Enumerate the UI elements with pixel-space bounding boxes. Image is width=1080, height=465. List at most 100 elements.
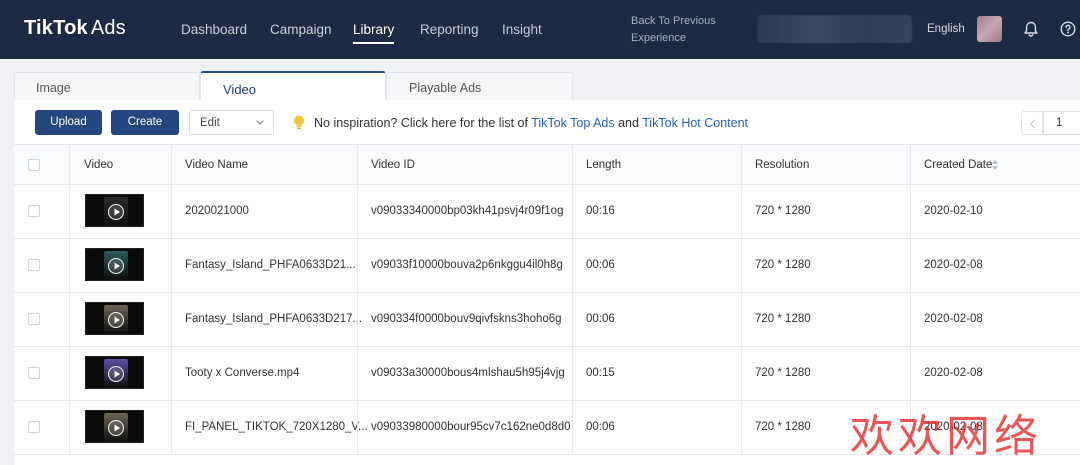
- and-text: and: [618, 116, 639, 130]
- select-cell: [14, 293, 69, 347]
- video-id-text: v09033340000bp03kh41psvj4r09f1og: [371, 205, 564, 217]
- resolution-cell: 720 * 1280: [741, 185, 910, 239]
- video-name-cell: Fantasy_Island_PHFA0633D21...: [171, 239, 357, 293]
- select-all-checkbox[interactable]: [28, 159, 40, 171]
- create-button[interactable]: Create: [111, 110, 179, 135]
- column-header-length: Length: [572, 145, 741, 186]
- video-thumbnail-cell: [69, 293, 171, 347]
- created-date-cell: 2020-02-08: [910, 347, 1080, 401]
- created-date-cell: 2020-02-08: [910, 239, 1080, 293]
- created-date-cell: 2020-02-08: [910, 293, 1080, 347]
- pagination-page-input[interactable]: 1: [1043, 111, 1080, 135]
- account-selector[interactable]: [757, 15, 912, 43]
- video-thumbnail-cell: [69, 185, 171, 239]
- video-thumbnail[interactable]: [85, 410, 144, 443]
- tab-playable-ads[interactable]: Playable Ads: [386, 72, 573, 101]
- video-thumbnail-cell: [69, 239, 171, 293]
- nav-item-library[interactable]: Library: [353, 22, 395, 44]
- column-header-video: Video: [69, 145, 171, 186]
- help-icon[interactable]: [1060, 21, 1076, 37]
- video-id-text: v090334f0000bouv9qivfskns3hoho6g: [371, 313, 562, 325]
- video-id-cell: v09033340000bp03kh41psvj4r09f1og: [357, 185, 572, 239]
- nav-item-campaign[interactable]: Campaign: [270, 22, 332, 37]
- play-icon: [108, 420, 124, 436]
- video-thumbnail[interactable]: [85, 356, 144, 389]
- row-checkbox[interactable]: [28, 205, 40, 217]
- video-id-text: v09033980000bour95cv7c162ne0d8d0: [371, 421, 571, 433]
- length-text: 00:15: [586, 367, 615, 379]
- resolution-text: 720 * 1280: [755, 421, 811, 433]
- tiktok-top-ads-link[interactable]: TikTok Top Ads: [531, 116, 614, 130]
- watermark-text: 欢欢网络: [850, 411, 1042, 462]
- created-date-text: 2020-02-08: [924, 259, 983, 271]
- tiktok-hot-content-link[interactable]: TikTok Hot Content: [642, 116, 748, 130]
- created-date-text: 2020-02-08: [924, 367, 983, 379]
- row-checkbox[interactable]: [28, 259, 40, 271]
- video-id-cell: v09033a30000bous4mlshau5h95j4vjg: [357, 347, 572, 401]
- play-icon: [108, 204, 124, 220]
- nav-item-insight[interactable]: Insight: [502, 22, 542, 37]
- length-cell: 00:06: [572, 293, 741, 347]
- row-checkbox[interactable]: [28, 367, 40, 379]
- video-name-text: 2020021000: [185, 205, 249, 217]
- length-text: 00:06: [586, 259, 615, 271]
- play-icon: [108, 366, 124, 382]
- length-cell: 00:15: [572, 347, 741, 401]
- resolution-cell: 720 * 1280: [741, 347, 910, 401]
- video-name-cell: 2020021000: [171, 185, 357, 239]
- column-header-created-date[interactable]: Created Date: [910, 145, 1080, 186]
- tiktok-ads-logo[interactable]: TikTok Ads: [24, 17, 126, 40]
- edit-dropdown[interactable]: Edit: [189, 110, 274, 135]
- chevron-down-icon: [256, 120, 264, 125]
- upload-button[interactable]: Upload: [35, 110, 102, 135]
- tab-video[interactable]: Video: [200, 71, 386, 101]
- resolution-text: 720 * 1280: [755, 367, 811, 379]
- video-thumbnail-cell: [69, 347, 171, 401]
- table-row[interactable]: 2020021000 v09033340000bp03kh41psvj4r09f1…: [14, 185, 1080, 239]
- language-selector[interactable]: English: [927, 23, 965, 35]
- top-navigation-bar: TikTok Ads Dashboard Campaign Library Rep…: [0, 0, 1080, 59]
- select-cell: [14, 401, 69, 455]
- length-cell: 00:06: [572, 239, 741, 293]
- resolution-cell: 720 * 1280: [741, 239, 910, 293]
- length-text: 00:06: [586, 421, 615, 433]
- back-to-previous-experience-link[interactable]: Back To Previous Experience: [631, 13, 716, 47]
- video-id-text: v09033a30000bous4mlshau5h95j4vjg: [371, 367, 565, 379]
- table-row[interactable]: Tooty x Converse.mp4 v09033a30000bous4mls…: [14, 347, 1080, 401]
- length-cell: 00:06: [572, 401, 741, 455]
- resolution-text: 720 * 1280: [755, 205, 811, 217]
- video-id-cell: v090334f0000bouv9qivfskns3hoho6g: [357, 293, 572, 347]
- avatar[interactable]: [977, 16, 1002, 42]
- resolution-text: 720 * 1280: [755, 313, 811, 325]
- column-header-video-id: Video ID: [357, 145, 572, 186]
- video-name-cell: Tooty x Converse.mp4: [171, 347, 357, 401]
- video-thumbnail[interactable]: [85, 194, 144, 227]
- video-thumbnail[interactable]: [85, 302, 144, 335]
- table-row[interactable]: Fantasy_Island_PHFA0633D21... v09033f1000…: [14, 239, 1080, 293]
- bell-icon[interactable]: [1023, 21, 1039, 38]
- video-id-text: v09033f10000bouva2p6nkggu4il0h8g: [371, 259, 563, 271]
- select-cell: [14, 239, 69, 293]
- length-text: 00:16: [586, 205, 615, 217]
- inspiration-banner: No inspiration? Click here for the list …: [314, 116, 748, 130]
- row-checkbox[interactable]: [28, 421, 40, 433]
- tab-image[interactable]: Image: [14, 72, 200, 101]
- sort-icon[interactable]: [991, 159, 999, 171]
- table-row[interactable]: Fantasy_Island_PHFA0633D217... v090334f00…: [14, 293, 1080, 347]
- nav-item-dashboard[interactable]: Dashboard: [181, 22, 247, 37]
- pagination-prev-button[interactable]: [1021, 111, 1043, 135]
- row-checkbox[interactable]: [28, 313, 40, 325]
- select-cell: [14, 347, 69, 401]
- video-name-cell: FI_PANEL_TIKTOK_720X1280_V...: [171, 401, 368, 455]
- created-date-cell: 2020-02-10: [910, 185, 1080, 239]
- video-name-text: Tooty x Converse.mp4: [185, 367, 300, 379]
- video-name-text: Fantasy_Island_PHFA0633D21...: [185, 259, 356, 271]
- video-thumbnail[interactable]: [85, 248, 144, 281]
- column-header-video-name: Video Name: [171, 145, 357, 186]
- nav-item-reporting[interactable]: Reporting: [420, 22, 479, 37]
- active-nav-underline: [353, 42, 395, 44]
- created-date-text: 2020-02-08: [924, 313, 983, 325]
- length-text: 00:06: [586, 313, 615, 325]
- header-select-cell: [14, 145, 69, 186]
- play-icon: [108, 312, 124, 328]
